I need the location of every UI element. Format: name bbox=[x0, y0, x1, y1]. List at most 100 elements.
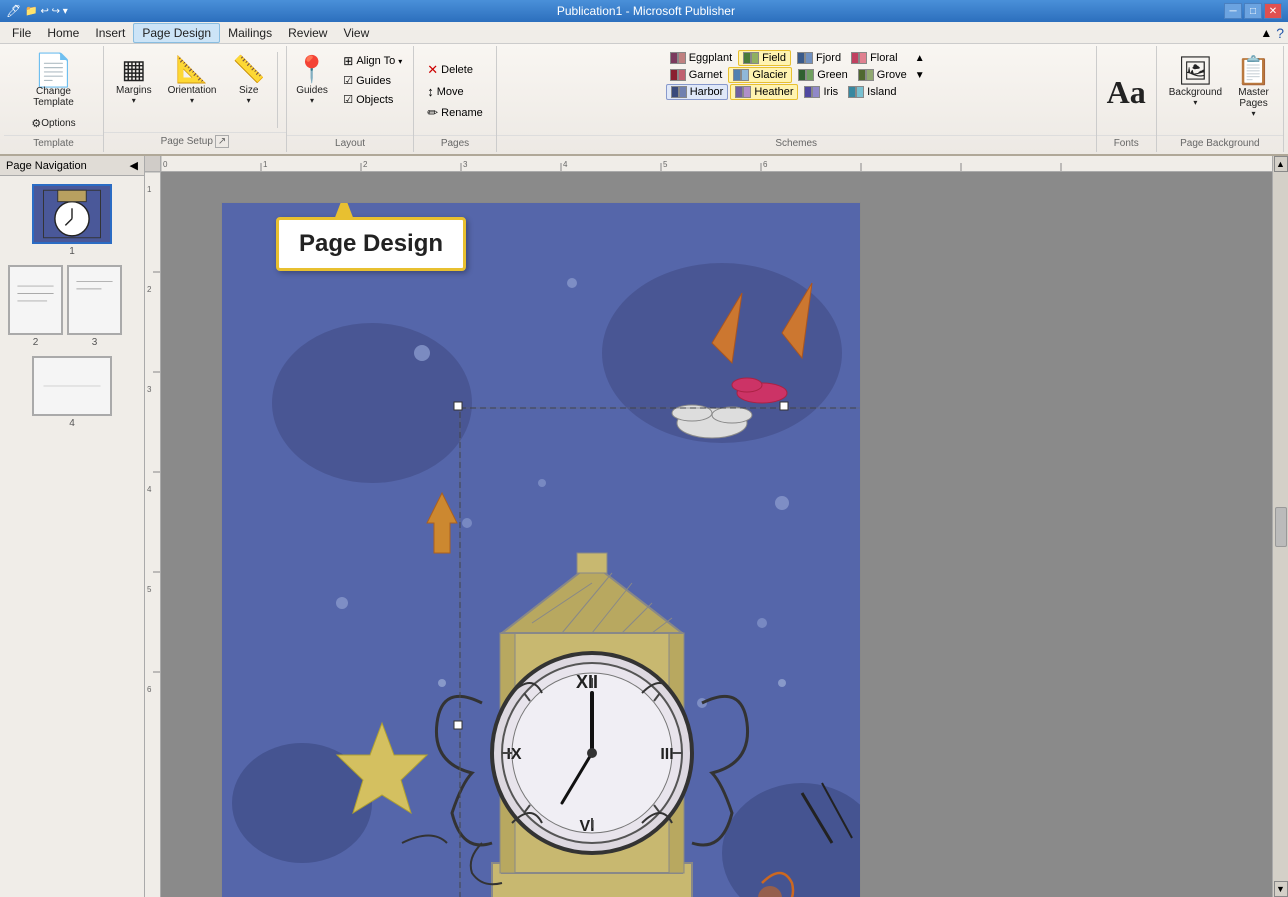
guides-check-icon: ☑ bbox=[343, 74, 353, 87]
delete-button[interactable]: ✕ Delete bbox=[420, 60, 489, 80]
page-design-tooltip: Page Design bbox=[276, 217, 466, 271]
margins-button[interactable]: ▦ Margins ▾ bbox=[110, 50, 158, 109]
page-canvas: XII III VI IX bbox=[221, 202, 861, 897]
orientation-button[interactable]: 📐 Orientation ▾ bbox=[162, 50, 223, 109]
svg-text:6: 6 bbox=[763, 160, 768, 169]
scheme-glacier[interactable]: Glacier bbox=[728, 67, 792, 83]
master-pages-button[interactable]: 📋 MasterPages ▾ bbox=[1230, 50, 1277, 122]
main-area: Page Navigation ◀ 1 bbox=[0, 156, 1288, 897]
move-icon: ↕ bbox=[427, 84, 434, 99]
scheme-island-label: Island bbox=[867, 86, 896, 98]
align-to-arrow: ▾ bbox=[398, 57, 402, 66]
close-button[interactable]: ✕ bbox=[1264, 3, 1282, 19]
scheme-fjord[interactable]: Fjord bbox=[793, 51, 845, 65]
background-button[interactable]: 🖼 Background ▾ bbox=[1163, 50, 1228, 111]
options-icon: ⚙ bbox=[31, 117, 41, 130]
scheme-scroll-up[interactable]: ▲ bbox=[913, 53, 927, 64]
margins-icon: ▦ bbox=[122, 54, 147, 85]
menu-view[interactable]: View bbox=[335, 24, 377, 42]
page-nav-toggle-icon[interactable]: ◀ bbox=[130, 159, 138, 172]
svg-text:5: 5 bbox=[663, 160, 668, 169]
margins-arrow: ▾ bbox=[132, 96, 136, 105]
scheme-grove-label: Grove bbox=[877, 69, 907, 81]
scheme-harbor-label: Harbor bbox=[690, 86, 724, 98]
scheme-field[interactable]: Field bbox=[738, 50, 791, 66]
scheme-scroll-down[interactable]: ▼ bbox=[913, 70, 927, 81]
align-to-button[interactable]: ⊞ Align To ▾ bbox=[336, 52, 409, 70]
menu-page-design[interactable]: Page Design bbox=[133, 23, 220, 43]
guides-check-label: Guides bbox=[356, 75, 391, 87]
page-navigation-panel: Page Navigation ◀ 1 bbox=[0, 156, 145, 897]
page-thumb-3[interactable]: 3 bbox=[67, 265, 122, 348]
move-label: Move bbox=[437, 86, 464, 98]
rename-button[interactable]: ✏ Rename bbox=[420, 103, 489, 123]
menu-file[interactable]: File bbox=[4, 24, 39, 42]
menu-mailings[interactable]: Mailings bbox=[220, 24, 280, 42]
menu-home[interactable]: Home bbox=[39, 24, 87, 42]
align-to-label: Align To bbox=[356, 55, 395, 67]
size-label: Size bbox=[239, 85, 258, 96]
svg-text:4: 4 bbox=[563, 160, 568, 169]
minimize-button[interactable]: ─ bbox=[1224, 3, 1242, 19]
page-thumb-1-num: 1 bbox=[69, 246, 75, 257]
objects-checkbox-button[interactable]: ☑ Objects bbox=[336, 91, 409, 108]
scheme-heather[interactable]: Heather bbox=[730, 84, 798, 100]
scroll-up-button[interactable]: ▲ bbox=[1274, 156, 1288, 172]
ribbon-collapse-icon[interactable]: ▲ bbox=[1260, 26, 1272, 40]
page-thumb-1[interactable]: 1 bbox=[8, 184, 136, 257]
scroll-down-button[interactable]: ▼ bbox=[1274, 881, 1288, 897]
scheme-eggplant[interactable]: Eggplant bbox=[666, 51, 736, 65]
app-icon: 🖊 bbox=[6, 4, 21, 18]
rename-label: Rename bbox=[441, 107, 483, 119]
page-thumb-2[interactable]: 2 bbox=[8, 265, 63, 348]
svg-text:1: 1 bbox=[263, 160, 268, 169]
delete-icon: ✕ bbox=[427, 62, 438, 78]
objects-check-label: Objects bbox=[356, 94, 393, 106]
svg-text:IX: IX bbox=[506, 746, 521, 763]
tooltip-text: Page Design bbox=[299, 230, 443, 257]
move-button[interactable]: ↕ Move bbox=[420, 82, 489, 101]
objects-check-icon: ☑ bbox=[343, 93, 353, 106]
fonts-button[interactable]: Aa bbox=[1101, 72, 1152, 112]
scheme-floral-label: Floral bbox=[870, 52, 898, 64]
scheme-green[interactable]: Green bbox=[794, 68, 852, 82]
quick-access: 📁 ↩ ↪ ▾ bbox=[25, 6, 68, 17]
svg-text:XII: XII bbox=[576, 672, 598, 692]
scroll-thumb[interactable] bbox=[1275, 507, 1287, 547]
page-nav-title: Page Navigation bbox=[6, 160, 87, 172]
guides-checkbox-button[interactable]: ☑ Guides bbox=[336, 72, 409, 89]
svg-text:0: 0 bbox=[163, 160, 168, 169]
guides-icon: 📍 bbox=[296, 54, 328, 85]
tooltip-arrow bbox=[334, 202, 354, 220]
scheme-island[interactable]: Island bbox=[844, 85, 900, 99]
change-template-button[interactable]: 📄 ChangeTemplate bbox=[27, 50, 80, 112]
page-setup-expand-icon[interactable]: ↗ bbox=[215, 135, 229, 148]
scroll-track bbox=[1273, 172, 1288, 507]
page-thumb-2-num: 2 bbox=[33, 337, 39, 348]
scheme-harbor[interactable]: Harbor bbox=[666, 84, 729, 100]
scheme-garnet-label: Garnet bbox=[689, 69, 723, 81]
page-nav-header: Page Navigation ◀ bbox=[0, 156, 144, 176]
right-scrollbar[interactable]: ▲ ▼ bbox=[1272, 156, 1288, 897]
options-button[interactable]: ⚙ Options bbox=[26, 114, 80, 133]
help-icon[interactable]: ? bbox=[1276, 25, 1284, 41]
menu-review[interactable]: Review bbox=[280, 24, 335, 42]
size-button[interactable]: 📏 Size ▾ bbox=[227, 50, 271, 109]
menu-insert[interactable]: Insert bbox=[87, 24, 133, 42]
scheme-floral[interactable]: Floral bbox=[847, 51, 902, 65]
svg-text:3: 3 bbox=[147, 385, 152, 394]
ruler-vertical: 1 2 3 4 5 6 bbox=[145, 172, 161, 897]
scheme-iris-label: Iris bbox=[823, 86, 838, 98]
svg-text:III: III bbox=[660, 746, 673, 763]
page-thumb-4[interactable]: 4 bbox=[8, 356, 136, 429]
svg-text:2: 2 bbox=[363, 160, 368, 169]
scheme-grove[interactable]: Grove bbox=[854, 68, 911, 82]
guides-button[interactable]: 📍 Guides ▾ bbox=[291, 50, 333, 109]
scheme-garnet[interactable]: Garnet bbox=[666, 68, 727, 82]
margins-label: Margins bbox=[116, 85, 152, 96]
page-background-label: Page Background bbox=[1157, 135, 1283, 150]
maximize-button[interactable]: □ bbox=[1244, 3, 1262, 19]
scheme-iris[interactable]: Iris bbox=[800, 85, 842, 99]
size-arrow: ▾ bbox=[247, 96, 251, 105]
ribbon-content: 📄 ChangeTemplate ⚙ Options Template ▦ Ma… bbox=[0, 44, 1288, 154]
